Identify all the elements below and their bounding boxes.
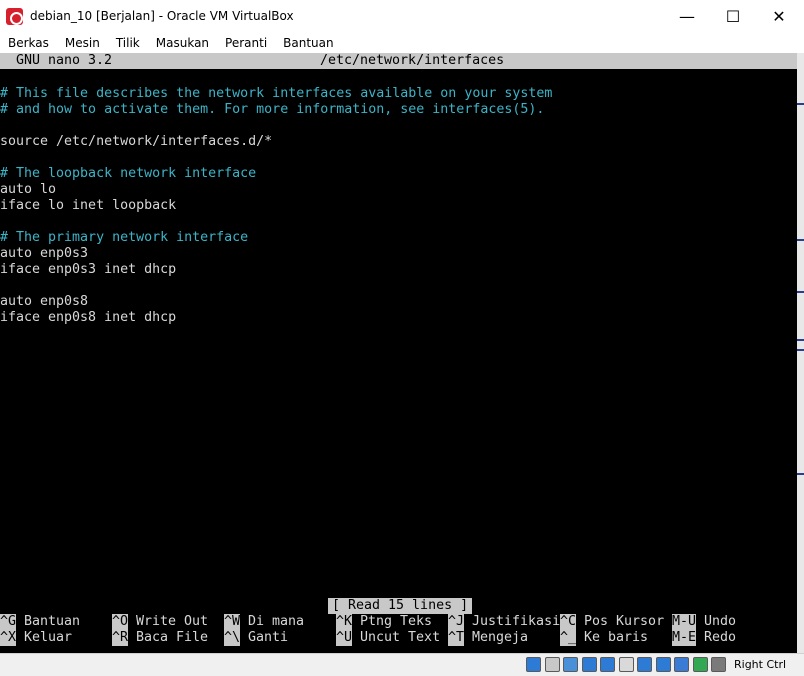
host-strip-mark bbox=[797, 291, 804, 293]
menu-tilik[interactable]: Tilik bbox=[108, 36, 148, 50]
virtualbox-app-icon bbox=[6, 8, 23, 25]
nano-header-bar: GNU nano 3.2 /etc/network/interfaces bbox=[0, 53, 797, 69]
shortcut-label: Baca File bbox=[136, 630, 209, 645]
guest-additions-icon[interactable] bbox=[674, 657, 689, 672]
video-capture-icon[interactable] bbox=[655, 657, 671, 672]
maximize-button[interactable]: ☐ bbox=[710, 0, 756, 32]
config-line[interactable]: iface lo inet loopback bbox=[0, 198, 176, 214]
config-comment-line[interactable]: # This file describes the network interf… bbox=[0, 86, 552, 102]
shortcut-label: Di mana bbox=[248, 614, 305, 629]
shortcut-label: Uncut Text bbox=[360, 630, 441, 645]
menu-masukan[interactable]: Masukan bbox=[148, 36, 217, 50]
menu-bar: Berkas Mesin Tilik Masukan Peranti Bantu… bbox=[0, 32, 804, 53]
shortcut-key: ^_ bbox=[560, 630, 577, 646]
host-strip-mark bbox=[797, 349, 804, 351]
shortcut-label: Ptng Teks bbox=[360, 614, 433, 629]
shortcut-key: M-U bbox=[672, 614, 697, 630]
shortcut-key: ^C bbox=[560, 614, 577, 630]
menu-bantuan[interactable]: Bantuan bbox=[275, 36, 341, 50]
config-comment-line[interactable]: # and how to activate them. For more inf… bbox=[0, 102, 544, 118]
config-line[interactable]: source /etc/network/interfaces.d/* bbox=[0, 134, 272, 150]
shortcut-label: Ke baris bbox=[584, 630, 649, 645]
network-icon[interactable] bbox=[581, 657, 597, 672]
nano-shortcut: ^_ Ke baris bbox=[560, 630, 648, 646]
window-titlebar: debian_10 [Berjalan] - Oracle VM Virtual… bbox=[0, 0, 804, 32]
optical-drive-icon[interactable] bbox=[544, 657, 560, 672]
host-strip-mark bbox=[797, 473, 804, 475]
shortcut-key: M-E bbox=[672, 630, 697, 646]
keyboard-icon[interactable] bbox=[711, 657, 726, 672]
vm-status-bar: Right Ctrl bbox=[0, 653, 804, 676]
shared-folder-icon[interactable] bbox=[618, 657, 634, 672]
nano-shortcut: M-E Redo bbox=[672, 630, 736, 646]
shortcut-label: Justifikasi bbox=[472, 614, 561, 629]
shortcut-key: ^J bbox=[448, 614, 465, 630]
config-line[interactable]: auto lo bbox=[0, 182, 56, 198]
shortcut-key: ^R bbox=[112, 630, 129, 646]
usb-icon[interactable] bbox=[600, 657, 615, 672]
nano-status-message: [ Read 15 lines ] bbox=[328, 598, 473, 614]
vm-screen[interactable]: GNU nano 3.2 /etc/network/interfaces # T… bbox=[0, 53, 797, 653]
nano-shortcut: ^C Pos Kursor bbox=[560, 614, 664, 630]
mouse-integration-icon[interactable] bbox=[692, 657, 708, 672]
config-line[interactable]: auto enp0s8 bbox=[0, 294, 88, 310]
nano-shortcut: M-U Undo bbox=[672, 614, 736, 630]
menu-peranti[interactable]: Peranti bbox=[217, 36, 275, 50]
hard-disk-icon[interactable] bbox=[526, 657, 541, 672]
nano-shortcut: ^T Mengeja bbox=[448, 630, 528, 646]
nano-shortcut: ^R Baca File bbox=[112, 630, 208, 646]
config-line[interactable]: iface enp0s3 inet dhcp bbox=[0, 262, 176, 278]
config-comment-line[interactable]: # The primary network interface bbox=[0, 230, 248, 246]
display-icon[interactable] bbox=[637, 657, 652, 672]
shortcut-key: ^U bbox=[336, 630, 353, 646]
shortcut-key: ^O bbox=[112, 614, 129, 630]
nano-shortcut: ^W Di mana bbox=[224, 614, 304, 630]
nano-shortcut: ^\ Ganti bbox=[224, 630, 288, 646]
minimize-button[interactable]: — bbox=[664, 0, 710, 32]
config-line[interactable]: auto enp0s3 bbox=[0, 246, 88, 262]
close-button[interactable]: ✕ bbox=[756, 0, 802, 32]
shortcut-label: Pos Kursor bbox=[584, 614, 665, 629]
nano-shortcut: ^O Write Out bbox=[112, 614, 208, 630]
host-strip-mark bbox=[797, 239, 804, 241]
shortcut-label: Keluar bbox=[24, 630, 73, 645]
host-strip-mark bbox=[797, 103, 804, 105]
shortcut-label: Write Out bbox=[136, 614, 209, 629]
shortcut-label: Bantuan bbox=[24, 614, 81, 629]
shortcut-label: Redo bbox=[704, 630, 737, 645]
shortcut-label: Undo bbox=[704, 614, 737, 629]
config-comment-line[interactable]: # The loopback network interface bbox=[0, 166, 256, 182]
nano-shortcut: ^U Uncut Text bbox=[336, 630, 440, 646]
window-title: debian_10 [Berjalan] - Oracle VM Virtual… bbox=[30, 9, 294, 23]
nano-shortcut: ^G Bantuan bbox=[0, 614, 80, 630]
shortcut-key: ^W bbox=[224, 614, 241, 630]
host-desktop-strip bbox=[797, 53, 804, 653]
config-line[interactable]: iface enp0s8 inet dhcp bbox=[0, 310, 176, 326]
audio-icon[interactable] bbox=[563, 657, 578, 672]
nano-filename: /etc/network/interfaces bbox=[320, 53, 505, 68]
menu-berkas[interactable]: Berkas bbox=[0, 36, 57, 50]
nano-shortcut: ^X Keluar bbox=[0, 630, 72, 646]
nano-shortcut: ^J Justifikasi bbox=[448, 614, 560, 630]
shortcut-key: ^X bbox=[0, 630, 17, 646]
shortcut-label: Mengeja bbox=[472, 630, 529, 645]
shortcut-key: ^K bbox=[336, 614, 353, 630]
menu-mesin[interactable]: Mesin bbox=[57, 36, 108, 50]
host-strip-mark bbox=[797, 339, 804, 341]
nano-version: GNU nano 3.2 bbox=[16, 53, 113, 68]
shortcut-key: ^G bbox=[0, 614, 17, 630]
shortcut-label: Ganti bbox=[248, 630, 289, 645]
shortcut-key: ^\ bbox=[224, 630, 241, 646]
nano-shortcut: ^K Ptng Teks bbox=[336, 614, 432, 630]
shortcut-key: ^T bbox=[448, 630, 465, 646]
host-key-label: Right Ctrl bbox=[734, 658, 787, 671]
